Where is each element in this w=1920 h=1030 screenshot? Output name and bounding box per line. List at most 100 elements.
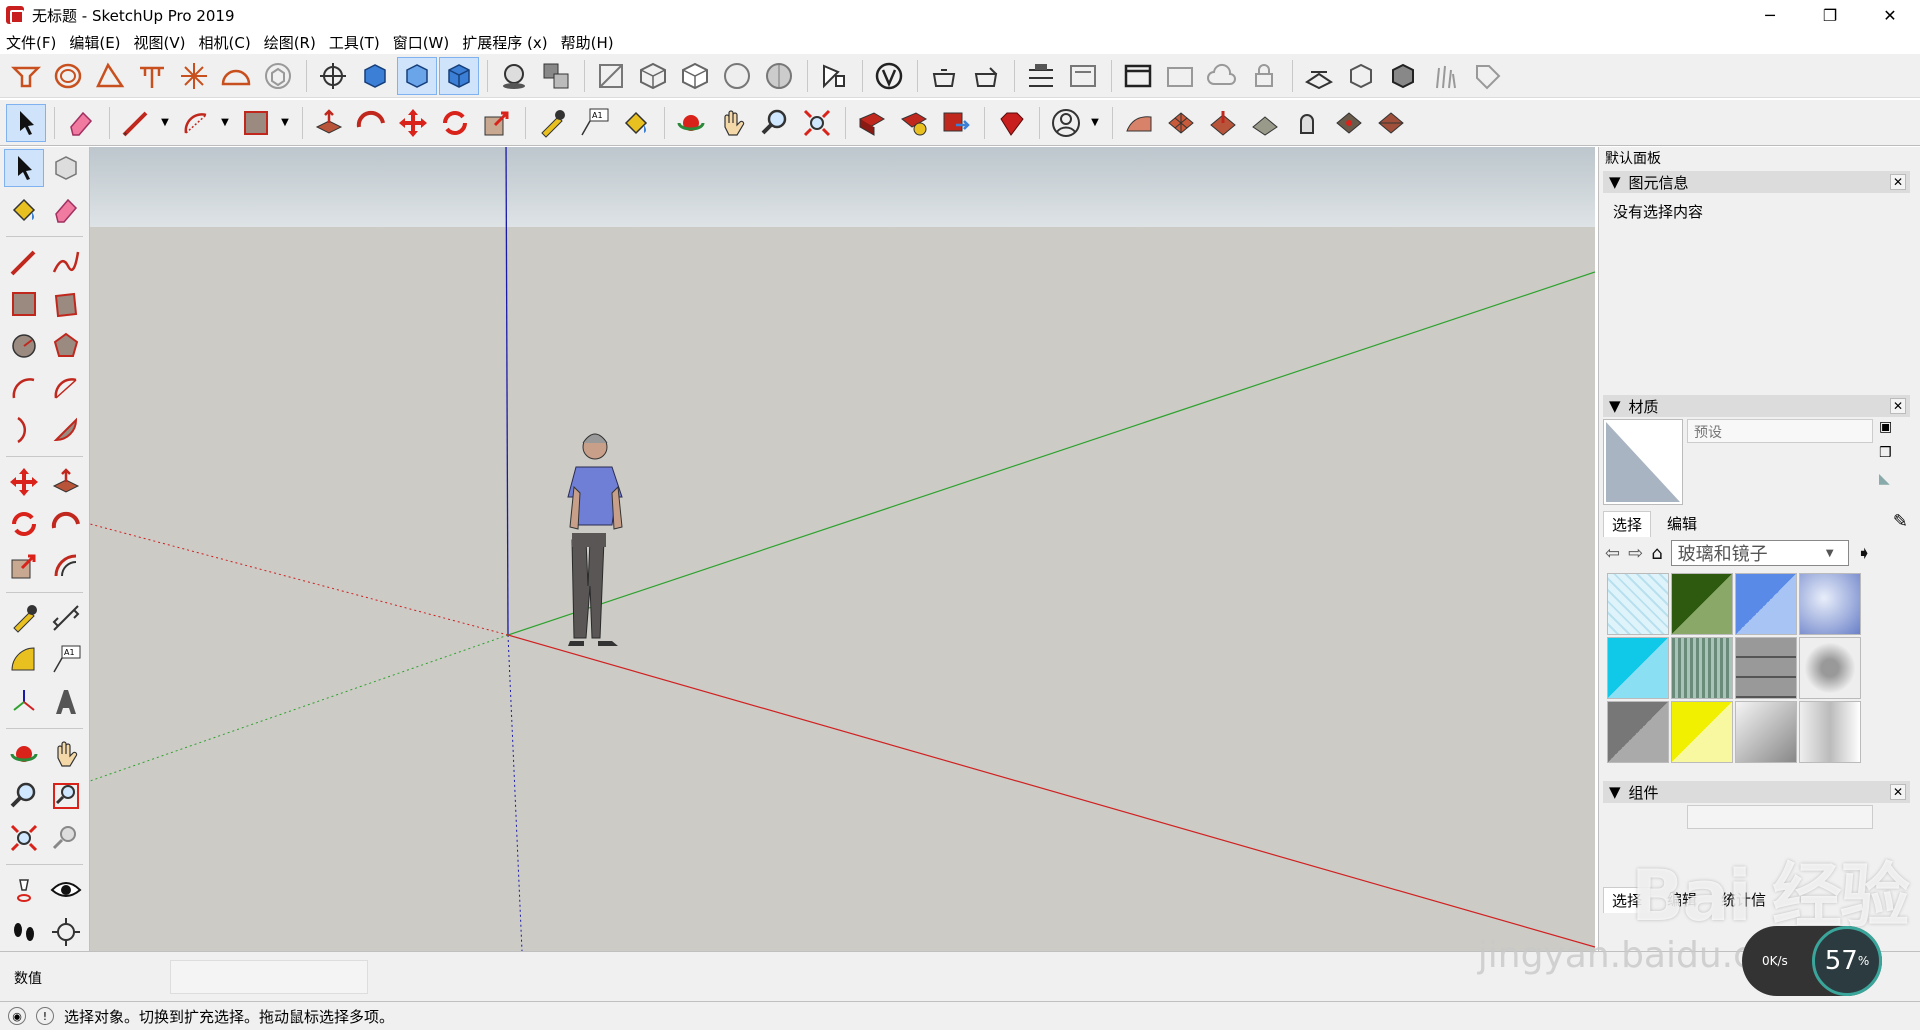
- pan-hand-icon[interactable]: [713, 104, 753, 142]
- fog-icon[interactable]: [536, 57, 576, 95]
- top-view-icon[interactable]: [6, 57, 46, 95]
- move-tool-icon[interactable]: [393, 104, 433, 142]
- line-tool-icon[interactable]: [4, 243, 44, 281]
- pan-hand-icon[interactable]: [47, 735, 87, 773]
- style-hidden-icon[interactable]: [675, 57, 715, 95]
- position-camera-icon[interactable]: [4, 871, 44, 909]
- rectangle-tool-icon[interactable]: [236, 104, 276, 142]
- style-xray-icon[interactable]: [759, 57, 799, 95]
- window-frame-icon[interactable]: [1118, 57, 1158, 95]
- geo-location-icon[interactable]: ◉: [8, 1007, 26, 1025]
- material-swatch[interactable]: [1607, 637, 1669, 699]
- rectangle-tool-icon[interactable]: [4, 285, 44, 323]
- make-component-icon[interactable]: [47, 149, 86, 187]
- walk-footprints-icon[interactable]: [4, 913, 44, 951]
- paint-bucket-icon[interactable]: [616, 104, 656, 142]
- measurements-input[interactable]: [170, 960, 368, 994]
- rotated-rectangle-icon[interactable]: [47, 285, 87, 323]
- iso-view-icon[interactable]: [90, 57, 130, 95]
- rotate-tool-icon[interactable]: [435, 104, 475, 142]
- material-swatch[interactable]: [1671, 701, 1733, 763]
- dimension-tool-icon[interactable]: [47, 599, 87, 637]
- three-point-arc-icon[interactable]: [4, 411, 44, 449]
- 3d-text-icon[interactable]: [47, 683, 87, 721]
- orbit-tool-icon[interactable]: [671, 104, 711, 142]
- lock-icon[interactable]: [1244, 57, 1284, 95]
- materials-select-tab[interactable]: 选择: [1603, 511, 1652, 537]
- bottom-view-icon[interactable]: [258, 57, 298, 95]
- ruby-console-icon[interactable]: [991, 104, 1031, 142]
- xray-icon[interactable]: [355, 57, 395, 95]
- drape-icon[interactable]: [1287, 104, 1327, 142]
- text-tool-icon[interactable]: A1: [47, 641, 87, 679]
- menu-camera[interactable]: 相机(C): [199, 32, 251, 53]
- scale-tool-icon[interactable]: [4, 547, 44, 585]
- component-name-field[interactable]: [1687, 805, 1873, 829]
- follow-me-icon[interactable]: [47, 505, 87, 543]
- zoom-window-icon[interactable]: [47, 777, 87, 815]
- menu-extensions[interactable]: 扩展程序 (x): [462, 32, 547, 53]
- material-swatch[interactable]: [1799, 637, 1861, 699]
- collapse-triangle-icon[interactable]: ▼: [1609, 783, 1621, 801]
- rotate-tool-icon[interactable]: [4, 505, 44, 543]
- default-material-icon[interactable]: ◣: [1879, 471, 1899, 491]
- select-tool-icon[interactable]: [6, 103, 46, 142]
- collapse-triangle-icon[interactable]: ▼: [1609, 397, 1621, 415]
- add-detail-icon[interactable]: [1329, 104, 1369, 142]
- warehouse-models-icon[interactable]: [852, 104, 892, 142]
- zoom-extents-icon[interactable]: [4, 819, 44, 857]
- info-icon[interactable]: !: [36, 1007, 54, 1025]
- material-swatch[interactable]: [1799, 701, 1861, 763]
- home-icon[interactable]: ⌂: [1651, 543, 1662, 564]
- material-swatch[interactable]: [1607, 701, 1669, 763]
- shadows-icon[interactable]: [494, 57, 534, 95]
- orbit-view-icon[interactable]: [313, 57, 353, 95]
- menu-help[interactable]: 帮助(H): [561, 32, 614, 53]
- menu-window[interactable]: 窗口(W): [393, 32, 450, 53]
- share-model-icon[interactable]: [936, 104, 976, 142]
- materials-header[interactable]: ▼ 材质 ✕: [1603, 395, 1910, 417]
- arc-tool-icon[interactable]: [176, 104, 216, 142]
- menu-draw[interactable]: 绘图(R): [264, 32, 316, 53]
- orbit-tool-icon[interactable]: [4, 735, 44, 773]
- close-icon[interactable]: ✕: [1890, 174, 1906, 190]
- zoom-tool-icon[interactable]: [755, 104, 795, 142]
- menu-tools[interactable]: 工具(T): [329, 32, 380, 53]
- material-swatch[interactable]: [1735, 701, 1797, 763]
- zoom-tool-icon[interactable]: [4, 777, 44, 815]
- smoove-icon[interactable]: [1203, 104, 1243, 142]
- material-swatch[interactable]: [1671, 573, 1733, 635]
- two-point-arc-icon[interactable]: [47, 369, 87, 407]
- stamp-icon[interactable]: [1245, 104, 1285, 142]
- arc-tool-icon[interactable]: [4, 369, 44, 407]
- close-icon[interactable]: ✕: [1890, 398, 1906, 414]
- chevron-down-icon[interactable]: ▼: [278, 117, 292, 128]
- select-cursor-icon[interactable]: [814, 57, 854, 95]
- shaded-textures-icon[interactable]: [439, 56, 479, 95]
- style-wire-icon[interactable]: [633, 57, 673, 95]
- minimize-button[interactable]: ─: [1740, 0, 1800, 30]
- chevron-down-icon[interactable]: ▼: [158, 117, 172, 128]
- sample-paint-icon[interactable]: ✎: [1893, 511, 1908, 537]
- polygon-tool-icon[interactable]: [47, 327, 87, 365]
- menu-file[interactable]: 文件(F): [6, 32, 56, 53]
- material-swatch[interactable]: [1735, 573, 1797, 635]
- user-account-icon[interactable]: [1046, 104, 1086, 142]
- flip-edge-icon[interactable]: [1371, 104, 1411, 142]
- layout-icon[interactable]: [1021, 57, 1061, 95]
- scale-tool-icon[interactable]: [477, 104, 517, 142]
- entity-info-header[interactable]: ▼ 图元信息 ✕: [1603, 171, 1910, 193]
- material-swatch[interactable]: [1799, 573, 1861, 635]
- solid-tools-icon[interactable]: [1383, 57, 1423, 95]
- right-view-icon[interactable]: [132, 57, 172, 95]
- tape-measure-icon[interactable]: [532, 104, 572, 142]
- line-tool-icon[interactable]: [116, 104, 156, 142]
- paint-bucket-icon[interactable]: [4, 191, 44, 229]
- follow-me-icon[interactable]: [351, 104, 391, 142]
- shaded-icon[interactable]: [397, 56, 437, 95]
- push-pull-icon[interactable]: [309, 104, 349, 142]
- select-tool-icon[interactable]: [4, 149, 44, 187]
- offset-tool-icon[interactable]: [47, 547, 87, 585]
- pie-tool-icon[interactable]: [47, 411, 87, 449]
- menu-view[interactable]: 视图(V): [134, 32, 186, 53]
